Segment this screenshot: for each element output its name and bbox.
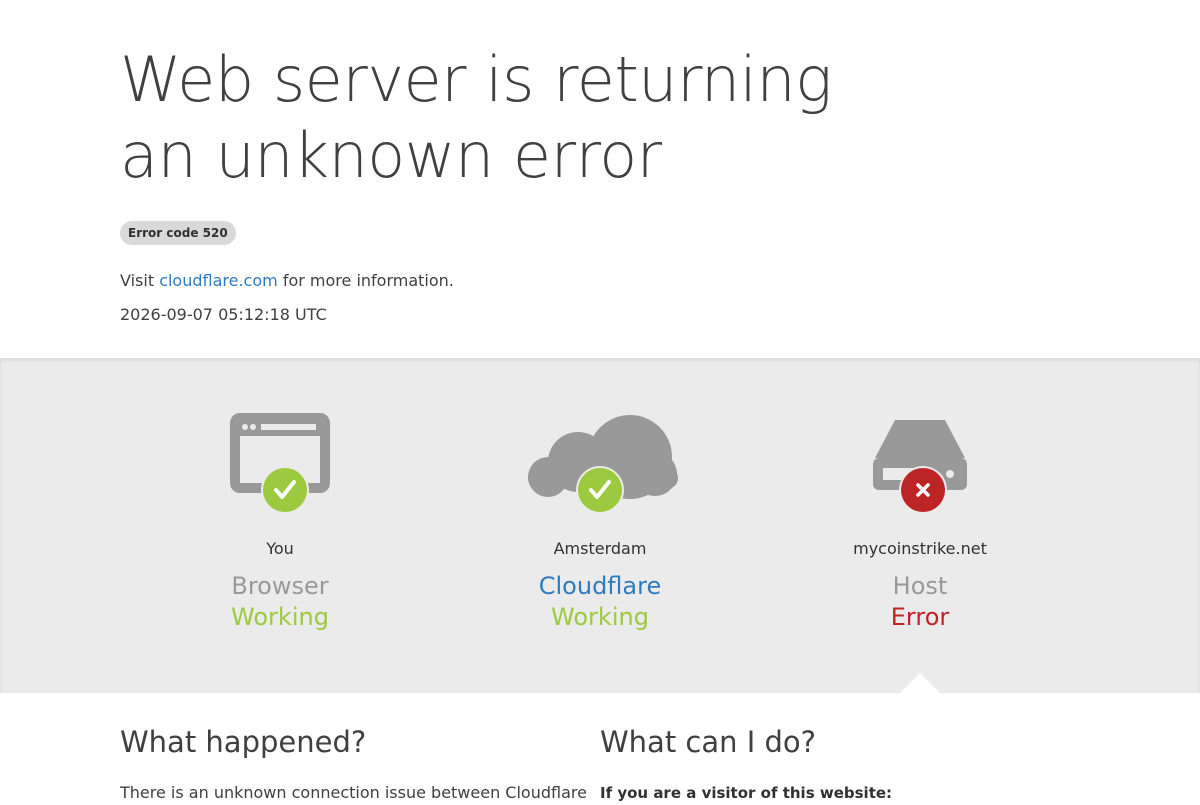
error-code-badge: Error code 520 bbox=[120, 221, 236, 245]
check-icon bbox=[261, 466, 309, 514]
status-cloudflare: Amsterdam Cloudflare Working bbox=[440, 358, 760, 693]
browser-icon bbox=[120, 412, 440, 522]
status-state: Error bbox=[890, 603, 950, 631]
info-section: What happened? There is an unknown conne… bbox=[0, 693, 1200, 802]
cloudflare-link[interactable]: cloudflare.com bbox=[159, 271, 278, 290]
page-title: Web server is returning an unknown error bbox=[120, 43, 832, 192]
status-browser: You Browser Working bbox=[120, 358, 440, 693]
timestamp: 2026-09-07 05:12:18 UTC bbox=[120, 305, 327, 324]
what-happened-heading: What happened? bbox=[120, 725, 367, 759]
what-can-i-do-heading: What can I do? bbox=[600, 725, 817, 759]
check-icon bbox=[576, 466, 624, 514]
x-icon bbox=[899, 466, 947, 514]
error-header: Web server is returning an unknown error… bbox=[0, 0, 1200, 358]
visitor-subheading: If you are a visitor of this website: bbox=[600, 784, 893, 802]
status-role: Host bbox=[892, 572, 948, 600]
status-location: Amsterdam bbox=[553, 539, 647, 558]
visit-suffix: for more information. bbox=[282, 271, 454, 290]
what-happened-text: There is an unknown connection issue bet… bbox=[120, 783, 587, 802]
status-state: Working bbox=[231, 603, 329, 631]
status-host: mycoinstrike.net Host Error bbox=[760, 358, 1080, 693]
cloudflare-role-link[interactable]: Cloudflare bbox=[440, 572, 760, 600]
status-role: Browser bbox=[231, 572, 329, 600]
status-location: You bbox=[266, 539, 294, 558]
server-icon bbox=[760, 412, 1080, 522]
cloud-icon bbox=[440, 412, 760, 522]
status-location: mycoinstrike.net bbox=[853, 539, 987, 558]
active-pointer bbox=[900, 673, 940, 693]
status-panel: You Browser Working Amsterdam Cloudflare… bbox=[0, 358, 1200, 693]
visit-prefix: Visit bbox=[120, 271, 155, 290]
status-state: Working bbox=[551, 603, 649, 631]
visit-line: Visit cloudflare.com for more informatio… bbox=[120, 270, 454, 292]
